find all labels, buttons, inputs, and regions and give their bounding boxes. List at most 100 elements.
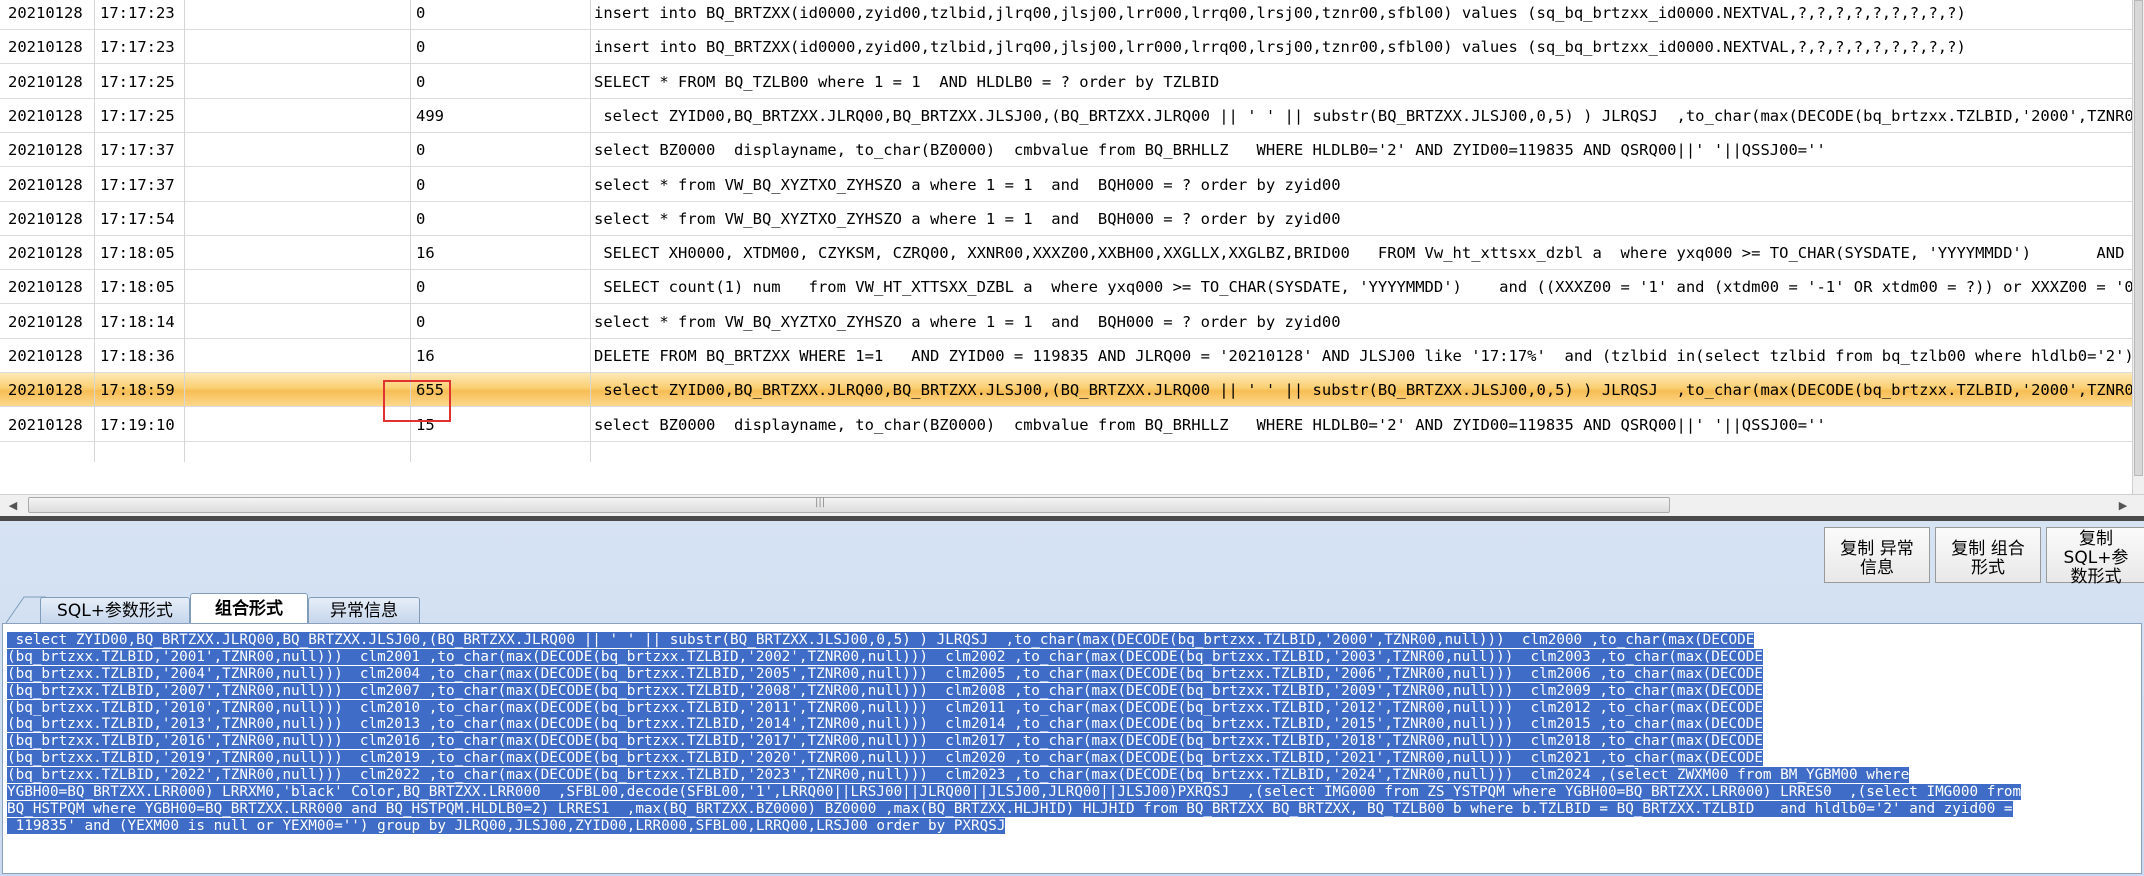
row-count-cell: 499 [416, 106, 444, 125]
row-sql-cell: insert into BQ_BRTZXX(id0000,zyid00,tzlb… [594, 38, 1966, 57]
selected-sql-text: (bq_brtzxx.TZLBID,'2010',TZNR00,null))) … [7, 699, 1763, 716]
row-sql-cell: SELECT count(1) num from VW_HT_XTTSXX_DZ… [594, 278, 2132, 297]
sql-text-line: select ZYID00,BQ_BRTZXX.JLRQ00,BQ_BRTZXX… [7, 632, 2137, 649]
copy-sql-params-button[interactable]: 复制 SQL+参数形式 [2046, 527, 2144, 587]
row-date-cell: 20210128 [8, 141, 83, 160]
row-time-cell: 17:18:14 [100, 312, 175, 331]
selected-sql-text: (bq_brtzxx.TZLBID,'2001',TZNR00,null))) … [7, 648, 1763, 665]
row-time-cell: 17:18:05 [100, 244, 175, 263]
selected-sql-text: YGBH00=BQ_BRTZXX.LRR000) LRRXM0,'black' … [7, 784, 2022, 801]
sql-text-content: select ZYID00,BQ_BRTZXX.JLRQ00,BQ_BRTZXX… [7, 632, 2137, 835]
sql-text-line: YGBH00=BQ_BRTZXX.LRR000) LRRXM0,'black' … [7, 784, 2137, 801]
sql-text-line: (bq_brtzxx.TZLBID,'2016',TZNR00,null))) … [7, 733, 2137, 750]
table-row[interactable]: 20210128 17:17:23 0 insert into BQ_BRTZXX(i… [0, 30, 2132, 65]
row-date-cell: 20210128 [8, 278, 83, 297]
row-time-cell: 17:17:23 [100, 38, 175, 57]
row-sql-cell: SELECT * FROM BQ_TZLB00 where 1 = 1 AND … [594, 72, 1220, 91]
table-row[interactable]: 20210128 17:18:36 16 DELETE FROM BQ_BRTZXX … [0, 339, 2132, 373]
selected-sql-text: (bq_brtzxx.TZLBID,'2004',TZNR00,null))) … [7, 665, 1763, 682]
row-time-cell: 17:17:37 [100, 141, 175, 160]
row-extra-cell [184, 30, 410, 64]
row-count-cell: 0 [416, 312, 426, 331]
table-row[interactable]: 20210128 17:18:05 16 SELECT XH0000, XTDM00… [0, 236, 2132, 271]
selected-sql-text: (bq_brtzxx.TZLBID,'2019',TZNR00,null))) … [7, 750, 1763, 767]
row-date-cell: 20210128 [8, 347, 83, 365]
row-time-cell: 17:18:36 [100, 347, 175, 365]
row-sql-cell: select * from VW_BQ_XYZTXO_ZYHSZO a wher… [594, 175, 1341, 194]
selected-sql-text: BQ_HSTPQM where YGBH00=BQ_BRTZXX.LRR000 … [7, 800, 2013, 817]
row-count-cell: 0 [416, 209, 426, 228]
table-row[interactable]: 20210128 17:18:59 655 select ZYID00,BQ_BRT… [0, 373, 2132, 408]
tab-error-info[interactable]: 异常信息 [308, 597, 420, 623]
row-sql-cell: select BZ0000 displayname, to_char(BZ000… [594, 415, 1826, 434]
row-extra-cell [184, 168, 410, 202]
scroll-right-arrow-icon[interactable]: ▶ [2114, 497, 2132, 514]
table-row[interactable]: 20210128 17:17:23 0 insert into BQ_BRTZXX(i… [0, 0, 2132, 30]
table-row[interactable]: 20210128 17:18:05 0 SELECT count(1) num fr… [0, 270, 2132, 305]
row-count-cell: 16 [416, 347, 435, 365]
sql-log-grid[interactable]: 20210128 17:17:23 0 insert into BQ_BRTZXX(i… [0, 0, 2144, 496]
grid-column-divider [184, 0, 185, 462]
table-row[interactable]: 20210128 17:18:14 0 select * from VW_BQ_XYZ… [0, 305, 2132, 339]
grid-vertical-scrollbar[interactable] [2132, 0, 2144, 496]
row-time-cell: 17:18:59 [100, 381, 175, 400]
row-sql-cell: insert into BQ_BRTZXX(id0000,zyid00,tzlb… [594, 4, 1966, 22]
grid-horizontal-scrollbar[interactable]: ◀ ||| ▶ [0, 494, 2144, 516]
row-sql-cell: select ZYID00,BQ_BRTZXX.JLRQ00,BQ_BRTZXX… [603, 106, 2132, 125]
vertical-scroll-thumb[interactable] [2134, 0, 2143, 476]
copy-sql-params-label: 复制 SQL+参数形式 [2063, 529, 2129, 587]
sql-text-line: 119835' and (YEXM00 is null or YEXM00=''… [7, 817, 2137, 835]
table-row[interactable]: 20210128 17:17:37 0 select BZ0000 displayna… [0, 133, 2132, 168]
selected-sql-text: select ZYID00,BQ_BRTZXX.JLRQ00,BQ_BRTZXX… [7, 632, 1755, 648]
copy-combined-form-button[interactable]: 复制 组合形式 [1935, 527, 2041, 583]
row-count-cell: 0 [416, 278, 426, 297]
row-date-cell: 20210128 [8, 244, 83, 263]
row-time-cell: 17:18:05 [100, 278, 175, 297]
row-extra-cell [184, 133, 410, 167]
grid-column-divider [94, 0, 95, 462]
sql-text-line: (bq_brtzxx.TZLBID,'2007',TZNR00,null))) … [7, 682, 2137, 700]
sql-text-area[interactable]: select ZYID00,BQ_BRTZXX.JLRQ00,BQ_BRTZXX… [2, 623, 2142, 874]
selected-sql-text: (bq_brtzxx.TZLBID,'2016',TZNR00,null))) … [7, 733, 1763, 750]
scroll-grip-icon: ||| [815, 497, 826, 508]
row-count-cell: 0 [416, 141, 426, 160]
row-extra-cell [184, 270, 410, 304]
table-row[interactable]: 20210128 17:17:37 0 select * from VW_BQ_XYZ… [0, 168, 2132, 202]
horizontal-scroll-thumb[interactable] [28, 497, 1670, 513]
sql-text-line: (bq_brtzxx.TZLBID,'2022',TZNR00,null))) … [7, 767, 2137, 784]
row-sql-cell: select * from VW_BQ_XYZTXO_ZYHSZO a wher… [594, 209, 1341, 228]
row-date-cell: 20210128 [8, 209, 83, 228]
copy-error-info-button[interactable]: 复制 异常信息 [1824, 527, 1930, 583]
row-date-cell: 20210128 [8, 175, 83, 194]
row-sql-cell: DELETE FROM BQ_BRTZXX WHERE 1=1 AND ZYID… [594, 347, 2132, 365]
table-row[interactable]: 20210128 17:17:54 0 select * from VW_BQ_XYZ… [0, 202, 2132, 236]
selected-sql-text: 119835' and (YEXM00 is null or YEXM00=''… [7, 817, 1006, 834]
copy-combined-form-label: 复制 组合形式 [1951, 538, 2025, 578]
table-row[interactable]: 20210128 17:17:25 499 select ZYID00,BQ_BRT… [0, 99, 2132, 133]
row-date-cell: 20210128 [8, 4, 83, 22]
scroll-left-arrow-icon[interactable]: ◀ [4, 497, 22, 514]
selected-sql-text: (bq_brtzxx.TZLBID,'2022',TZNR00,null))) … [7, 767, 1910, 784]
row-extra-cell [184, 236, 410, 270]
row-count-cell: 0 [416, 72, 426, 91]
row-count-cell: 0 [416, 175, 426, 194]
row-extra-cell [184, 373, 410, 407]
row-extra-cell [184, 0, 410, 30]
row-sql-cell: select BZ0000 displayname, to_char(BZ000… [594, 141, 1826, 160]
row-date-cell: 20210128 [8, 415, 83, 434]
tab-combined-form[interactable]: 组合形式 [190, 593, 308, 623]
row-extra-cell [184, 305, 410, 339]
table-row[interactable]: 20210128 17:17:25 0 SELECT * FROM BQ_TZLB00… [0, 65, 2132, 99]
row-count-cell: 0 [416, 38, 426, 57]
row-sql-cell: select * from VW_BQ_XYZTXO_ZYHSZO a wher… [594, 312, 1341, 331]
row-time-cell: 17:17:25 [100, 106, 175, 125]
selected-sql-text: (bq_brtzxx.TZLBID,'2007',TZNR00,null))) … [7, 682, 1763, 699]
table-row[interactable]: 20210128 17:19:10 15 select BZ0000 displayn… [0, 408, 2132, 442]
copy-error-info-label: 复制 异常信息 [1840, 538, 1914, 578]
row-time-cell: 17:17:23 [100, 4, 175, 22]
tab-sql-params[interactable]: SQL+参数形式 [40, 597, 190, 623]
row-date-cell: 20210128 [8, 381, 83, 400]
row-extra-cell [184, 99, 410, 133]
row-extra-cell [184, 339, 410, 373]
sql-text-line: (bq_brtzxx.TZLBID,'2001',TZNR00,null))) … [7, 648, 2137, 666]
